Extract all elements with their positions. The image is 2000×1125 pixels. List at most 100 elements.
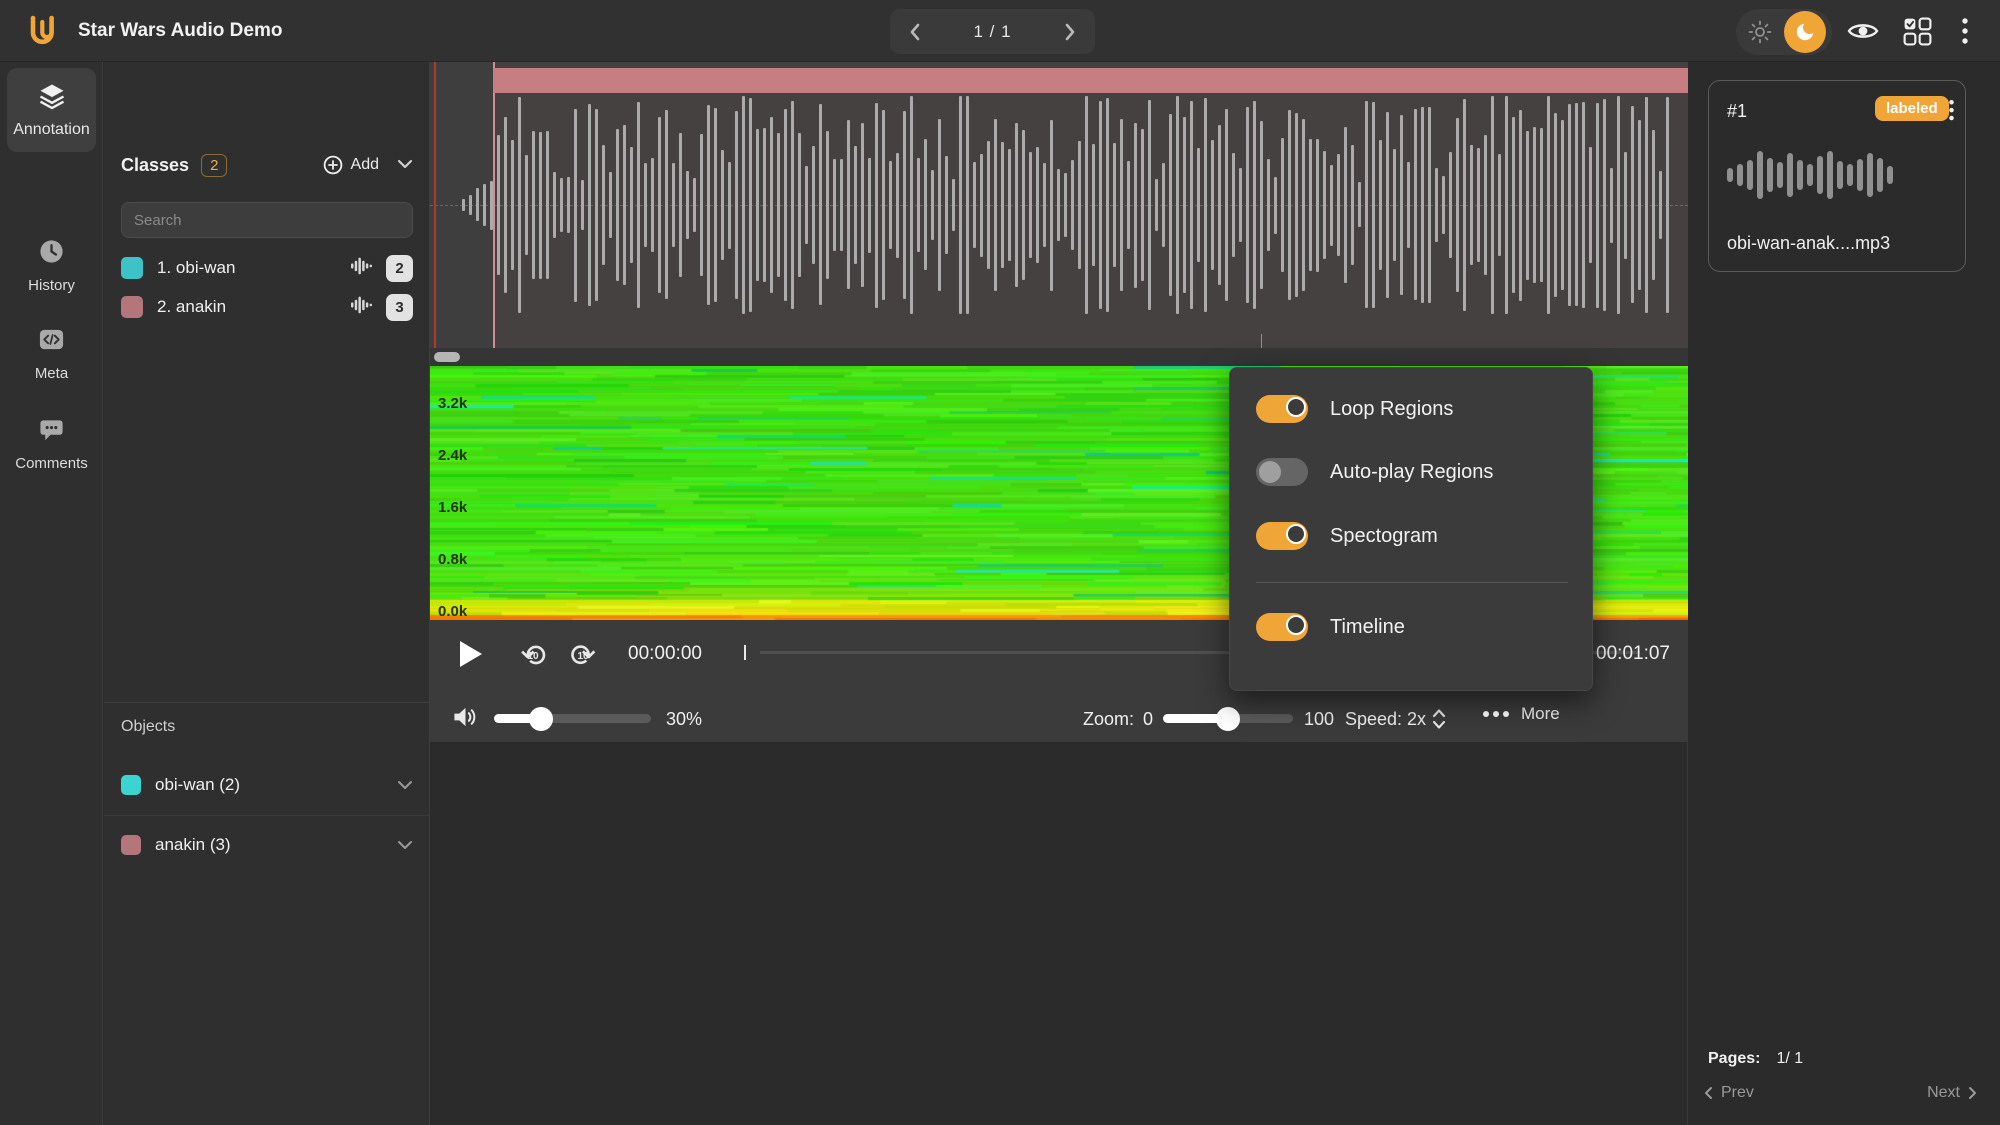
app-logo-icon <box>22 11 62 51</box>
next-page-button[interactable]: Next <box>1927 1084 1978 1102</box>
speaker-icon[interactable] <box>452 705 479 734</box>
nav-rail: Annotation History Meta <box>0 62 103 1125</box>
timeline-toggle[interactable] <box>1256 613 1308 641</box>
progress-cursor[interactable] <box>744 645 746 660</box>
zoom-slider[interactable] <box>1163 714 1293 723</box>
pager-count: 1 / 1 <box>973 22 1011 42</box>
class-color-swatch <box>121 296 143 318</box>
audio-region-band[interactable] <box>493 68 1688 93</box>
rewind-10-button[interactable]: ⟲ 10 <box>516 638 550 672</box>
class-region-count: 3 <box>386 294 413 321</box>
menu-item-label: Auto-play Regions <box>1330 461 1493 484</box>
audio-thumbnail-icon <box>1727 143 1949 207</box>
speed-label: Speed: 2x <box>1345 709 1426 730</box>
zoom-max: 100 <box>1304 709 1334 730</box>
objects-title: Objects <box>121 718 175 736</box>
total-time: 00:01:07 <box>1596 643 1670 665</box>
top-bar: Star Wars Audio Demo 1 / 1 <box>0 0 2000 62</box>
class-region-count: 2 <box>386 255 413 282</box>
object-group-label: anakin (3) <box>155 835 231 855</box>
sun-icon[interactable] <box>1736 20 1784 44</box>
freq-label: 3.2k <box>438 395 467 412</box>
nav-item-label: Meta <box>35 365 68 382</box>
layers-icon <box>38 82 66 115</box>
pages-navigation: Prev Next <box>1689 1084 2000 1114</box>
freq-label: 0.8k <box>438 551 467 568</box>
menu-item-label: Timeline <box>1330 616 1405 639</box>
object-group-label: obi-wan (2) <box>155 775 240 795</box>
view-visibility-button[interactable] <box>1846 14 1880 48</box>
code-icon <box>38 326 65 358</box>
theme-toggle[interactable] <box>1736 9 1832 55</box>
volume-value: 30% <box>666 709 702 730</box>
overflow-menu-button[interactable] <box>1952 14 1978 48</box>
audio-wave-icon <box>351 294 374 321</box>
speed-stepper-icon[interactable] <box>1432 708 1446 735</box>
pages-indicator: Pages: 1/ 1 <box>1708 1050 1803 1068</box>
current-time: 00:00:00 <box>628 643 702 665</box>
nav-item-history[interactable]: History <box>0 238 103 294</box>
zoom-label: Zoom: <box>1083 709 1134 730</box>
object-group-obi-wan[interactable]: obi-wan (2) <box>104 756 430 814</box>
chevron-down-icon[interactable] <box>397 780 413 790</box>
prev-page-button[interactable]: Prev <box>1703 1084 1754 1102</box>
menu-item-spectogram: Spectogram <box>1256 517 1568 555</box>
nav-item-meta[interactable]: Meta <box>0 326 103 382</box>
timeline-tick <box>1261 334 1262 348</box>
moon-icon[interactable] <box>1784 11 1826 53</box>
add-class-button[interactable]: Add <box>323 155 379 175</box>
pager-next-button[interactable] <box>1063 23 1077 41</box>
autoplay-regions-toggle[interactable] <box>1256 458 1308 486</box>
class-label: 2. anakin <box>157 297 226 317</box>
class-label: 1. obi-wan <box>157 258 235 278</box>
class-color-swatch <box>121 257 143 279</box>
waveform-view[interactable] <box>430 62 1688 348</box>
pages-value: 1/ 1 <box>1776 1050 1803 1068</box>
nav-item-label: History <box>28 277 75 294</box>
pages-label: Pages: <box>1708 1050 1760 1068</box>
volume-slider-knob[interactable] <box>529 707 553 731</box>
page-title: Star Wars Audio Demo <box>78 0 282 62</box>
volume-slider[interactable] <box>494 714 651 723</box>
spectogram-toggle[interactable] <box>1256 522 1308 550</box>
chevron-down-icon[interactable] <box>397 840 413 850</box>
class-row-obi-wan[interactable]: 1. obi-wan 2 <box>121 250 413 286</box>
classes-collapse-chevron-icon[interactable] <box>397 156 413 174</box>
tasks-panel: #1 labeled obi-wan-anak....mp3 Pages: 1/… <box>1689 62 2000 1125</box>
nav-item-annotation[interactable]: Annotation <box>7 68 96 152</box>
nav-item-label: Annotation <box>13 121 90 139</box>
zoom-slider-knob[interactable] <box>1216 707 1240 731</box>
object-group-anakin[interactable]: anakin (3) <box>104 816 430 874</box>
more-button[interactable]: More <box>1483 704 1560 724</box>
forward-10-button[interactable]: ⟳ 10 <box>566 638 600 672</box>
app-root: Star Wars Audio Demo 1 / 1 <box>0 0 2000 1125</box>
task-card[interactable]: #1 labeled obi-wan-anak....mp3 <box>1708 80 1966 272</box>
nav-item-label: Comments <box>15 455 88 472</box>
play-button[interactable] <box>452 636 488 672</box>
task-id: #1 <box>1727 101 1747 122</box>
layout-grid-button[interactable] <box>1900 14 1934 48</box>
chevron-left-icon <box>1703 1086 1713 1100</box>
task-pager: 1 / 1 <box>890 9 1095 54</box>
labels-panel: Classes 2 Add 1. obi-wan <box>104 62 430 1125</box>
classes-header: Classes 2 Add <box>121 150 413 180</box>
divider <box>1256 582 1568 583</box>
waveform-bars <box>430 62 1688 348</box>
loop-regions-toggle[interactable] <box>1256 395 1308 423</box>
playhead-cursor[interactable] <box>434 62 436 348</box>
nav-item-comments[interactable]: Comments <box>0 416 103 472</box>
ellipsis-icon <box>1483 711 1509 717</box>
menu-item-label: Loop Regions <box>1330 398 1453 421</box>
task-menu-button[interactable] <box>1941 95 1961 127</box>
menu-item-loop-regions: Loop Regions <box>1256 390 1568 428</box>
comment-icon <box>38 416 65 448</box>
menu-item-autoplay-regions: Auto-play Regions <box>1256 453 1568 491</box>
class-row-anakin[interactable]: 2. anakin 3 <box>121 289 413 325</box>
search-input[interactable] <box>121 202 413 238</box>
task-filename: obi-wan-anak....mp3 <box>1727 233 1890 254</box>
scrollbar-handle[interactable] <box>434 352 460 362</box>
pager-prev-button[interactable] <box>908 23 922 41</box>
clock-icon <box>38 238 65 270</box>
audio-wave-icon <box>351 255 374 282</box>
waveform-scrollbar <box>430 348 1688 366</box>
